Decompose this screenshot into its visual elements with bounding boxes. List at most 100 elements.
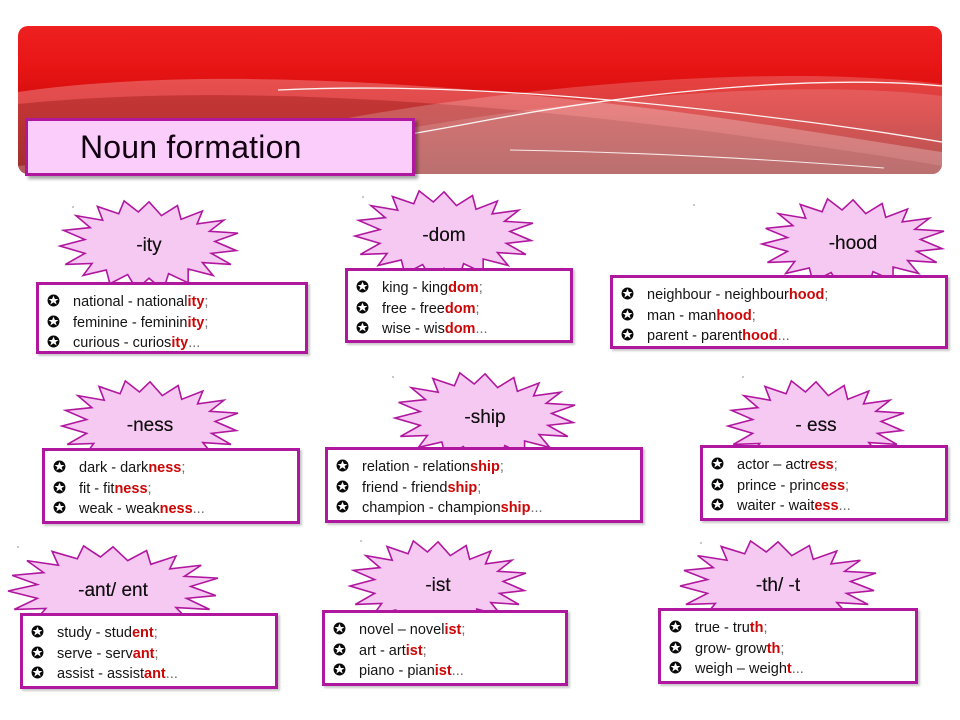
example-tail: ; <box>204 294 209 310</box>
list-item: art - artist; <box>333 641 555 662</box>
example-text: weak - weakness... <box>79 499 205 520</box>
example-tail: ; <box>478 280 483 296</box>
list-item: fit - fitness; <box>53 479 287 500</box>
star-in-circle-bullet-icon <box>31 625 44 638</box>
decor-speck <box>700 542 702 544</box>
list-item: parent - parenthood... <box>621 326 935 347</box>
example-suffix: ess <box>820 477 846 494</box>
list-item: feminine - femininity; <box>47 313 295 334</box>
list-item: prince - princess; <box>711 476 935 497</box>
example-text: friend - friendship; <box>362 478 481 499</box>
examples-box-dom: king - kingdom; free - freedom; wise - w… <box>345 268 573 343</box>
example-text: wise - wisdom... <box>382 319 488 340</box>
list-item: neighbour - neighbourhood; <box>621 285 935 306</box>
example-tail: ; <box>461 622 466 638</box>
starburst-badge-ity: -ity <box>60 200 238 292</box>
example-stem: king - king <box>382 280 449 296</box>
example-tail: ; <box>147 480 152 497</box>
example-suffix: th <box>766 640 781 657</box>
example-text: art - artist; <box>359 641 427 662</box>
decor-speck <box>101 386 103 388</box>
example-list-dom: king - kingdom; free - freedom; wise - w… <box>356 278 560 340</box>
example-suffix: ess <box>809 457 834 473</box>
list-item: free - freedom; <box>356 299 560 320</box>
examples-box-ist: novel – novelist; art - artist; piano - … <box>322 610 568 686</box>
example-stem: neighbour - neighbour <box>647 287 789 303</box>
example-suffix: dom <box>448 280 479 296</box>
example-text: true - truth; <box>695 618 768 639</box>
example-stem: weak - weak <box>79 501 160 518</box>
list-item: dark - darkness; <box>53 458 287 479</box>
example-suffix: hood <box>788 287 825 303</box>
example-text: man - manhood; <box>647 306 756 327</box>
example-stem: piano - pian <box>359 663 435 680</box>
example-stem: true - tru <box>695 620 750 636</box>
example-suffix: ity <box>187 314 205 331</box>
example-text: piano - pianist... <box>359 661 464 682</box>
example-list-ist: novel – novelist; art - artist; piano - … <box>333 620 555 682</box>
example-text: grow- growth; <box>695 639 784 660</box>
example-text: waiter - waitess... <box>737 496 851 517</box>
star-in-circle-bullet-icon <box>336 500 349 513</box>
example-suffix: ist <box>405 642 423 659</box>
example-tail: ; <box>153 625 158 641</box>
example-suffix: th <box>749 620 764 636</box>
example-stem: dark - dark <box>79 460 149 476</box>
star-in-circle-bullet-icon <box>333 622 346 635</box>
example-text: fit - fitness; <box>79 479 152 500</box>
example-tail: ... <box>530 500 543 517</box>
suffix-label-ity: -ity <box>136 235 162 256</box>
example-text: champion - championship... <box>362 498 543 519</box>
example-text: free - freedom; <box>382 299 480 320</box>
example-text: actor – actress; <box>737 455 838 476</box>
example-text: assist - assistant... <box>57 664 178 685</box>
list-item: relation - relationship; <box>336 457 630 478</box>
examples-box-hood: neighbour - neighbourhood; man - manhood… <box>610 275 948 349</box>
example-stem: free - free <box>382 300 445 317</box>
list-item: actor – actress; <box>711 455 935 476</box>
example-tail: ; <box>422 642 427 659</box>
star-in-circle-bullet-icon <box>711 457 724 470</box>
example-list-th-t: true - truth; grow- growth; weigh – weig… <box>669 618 905 680</box>
example-stem: waiter - wait <box>737 498 815 515</box>
star-in-circle-bullet-icon <box>711 478 724 491</box>
example-tail: ... <box>451 663 464 680</box>
examples-box-ity: national - nationality; feminine - femin… <box>36 282 308 354</box>
example-text: serve - servant; <box>57 644 159 665</box>
decor-speck <box>742 376 744 378</box>
example-tail: ; <box>751 307 756 324</box>
example-tail: ; <box>181 460 186 476</box>
decor-speck <box>72 206 74 208</box>
example-tail: ; <box>824 287 829 303</box>
example-suffix: dom <box>444 300 476 317</box>
list-item: assist - assistant... <box>31 664 265 685</box>
example-tail: ; <box>154 645 159 662</box>
example-text: study - student; <box>57 623 158 644</box>
list-item: grow- growth; <box>669 639 905 660</box>
page-title: Noun formation <box>80 128 302 165</box>
example-tail: ; <box>499 459 504 475</box>
example-stem: man - man <box>647 307 717 324</box>
example-tail: ... <box>791 661 804 678</box>
example-suffix: ant <box>132 645 155 662</box>
star-in-circle-bullet-icon <box>53 460 66 473</box>
example-tail: ; <box>780 640 785 657</box>
example-stem: champion - champion <box>362 500 501 517</box>
list-item: national - nationality; <box>47 292 295 313</box>
example-text: novel – novelist; <box>359 620 465 641</box>
example-stem: feminine - feminin <box>73 314 188 331</box>
example-list-ess: actor – actress; prince - princess; wait… <box>711 455 935 517</box>
example-suffix: ent <box>131 625 154 641</box>
example-list-ship: relation - relationship; friend - friend… <box>336 457 630 519</box>
list-item: man - manhood; <box>621 306 935 327</box>
star-in-circle-bullet-icon <box>333 663 346 676</box>
example-text: curious - curiosity... <box>73 333 200 354</box>
example-suffix: ist <box>434 663 452 680</box>
example-tail: ; <box>833 457 838 473</box>
decor-speck <box>362 196 364 198</box>
examples-box-th-t: true - truth; grow- growth; weigh – weig… <box>658 608 918 684</box>
example-list-hood: neighbour - neighbourhood; man - manhood… <box>621 285 935 347</box>
star-in-circle-bullet-icon <box>356 301 369 314</box>
example-tail: ; <box>845 477 850 494</box>
example-stem: novel – novel <box>359 622 445 638</box>
